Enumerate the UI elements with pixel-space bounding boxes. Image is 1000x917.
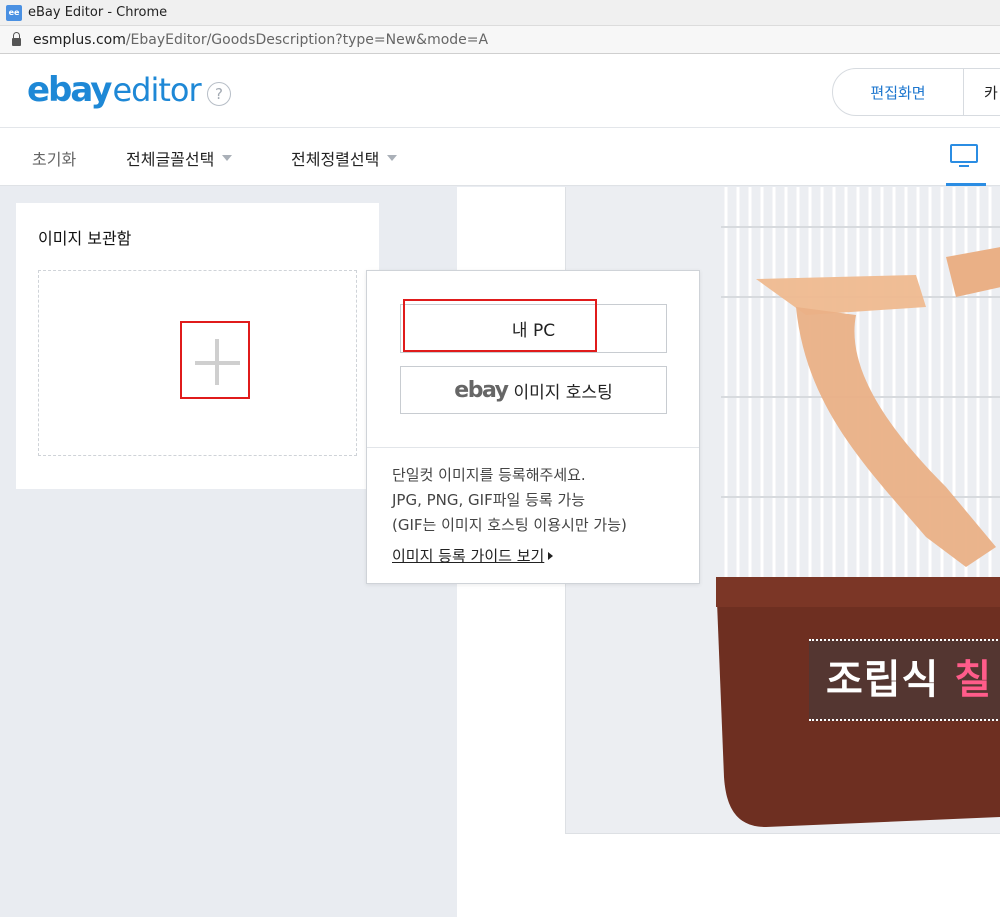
image-storage-card: 이미지 보관함 <box>16 203 379 489</box>
reset-button[interactable]: 초기화 <box>32 146 76 170</box>
window-title: eBay Editor - Chrome <box>28 5 168 20</box>
align-select[interactable]: 전체정렬선택 <box>291 146 398 170</box>
font-select[interactable]: 전체글꼴선택 <box>126 146 233 170</box>
window-titlebar: ee eBay Editor - Chrome <box>0 0 1000 26</box>
reset-label: 초기화 <box>32 150 77 169</box>
image-upload-popup: 내 PC ebay 이미지 호스팅 단일컷 이미지를 등록해주세요. JPG, … <box>366 270 700 584</box>
my-pc-label: 내 PC <box>511 321 556 341</box>
monitor-stand <box>959 165 969 167</box>
ebay-editor-icon: ee <box>6 4 22 21</box>
font-select-label: 전체글꼴선택 <box>126 150 215 169</box>
align-select-label: 전체정렬선택 <box>291 150 380 169</box>
app-header: ebay editor ? 편집화면 카 <box>0 54 1000 128</box>
image-dropzone[interactable] <box>38 270 357 456</box>
editor-toolbar: 초기화 전체글꼴선택 전체정렬선택 <box>0 128 1000 186</box>
ebay-logo: ebay <box>454 377 509 403</box>
category-button[interactable]: 카 <box>964 68 1000 116</box>
add-image-button[interactable] <box>180 321 250 399</box>
address-bar[interactable]: esmplus.com/EbayEditor/GoodsDescription?… <box>0 26 1000 54</box>
my-pc-button[interactable]: 내 PC <box>400 304 667 353</box>
upload-note-line3: (GIF는 이미지 호스팅 이용시만 가능) <box>392 516 627 534</box>
image-storage-title: 이미지 보관함 <box>38 229 132 248</box>
view-switch: 편집화면 카 <box>832 68 1000 116</box>
guide-link-label: 이미지 등록 가이드 보기 <box>392 547 545 565</box>
ebay-image-hosting-button[interactable]: ebay 이미지 호스팅 <box>400 366 667 414</box>
banner-pink-text: 칠 <box>954 657 993 703</box>
upload-note-line2: JPG, PNG, GIF파일 등록 가능 <box>392 491 586 509</box>
desktop-view-icon[interactable] <box>948 144 980 170</box>
banner-white-text: 조립식 <box>826 657 955 703</box>
arrow-right-icon <box>548 551 554 560</box>
app-window: ee eBay Editor - Chrome esmplus.com/Ebay… <box>0 0 1000 917</box>
url-path: /EbayEditor/GoodsDescription?type=New&mo… <box>125 31 489 48</box>
hosting-label: 이미지 호스팅 <box>513 382 613 403</box>
popup-divider <box>367 447 699 448</box>
url-host: esmplus.com <box>33 31 126 48</box>
chevron-down-icon <box>222 155 233 161</box>
logo-ebay: ebay <box>27 70 112 110</box>
edit-view-button[interactable]: 편집화면 <box>832 68 964 116</box>
product-banner-text: 조립식 칠 <box>826 647 992 705</box>
help-icon[interactable]: ? <box>207 82 231 106</box>
lock-icon <box>12 31 21 46</box>
monitor-screen <box>950 144 978 163</box>
logo-editor: editor <box>112 71 201 109</box>
ebay-editor-logo[interactable]: ebay editor <box>27 70 202 110</box>
plus-icon-vertical <box>215 339 219 385</box>
url-text[interactable]: esmplus.com/EbayEditor/GoodsDescription?… <box>33 32 488 48</box>
upload-note-line1: 단일컷 이미지를 등록해주세요. <box>392 466 586 484</box>
image-guide-link[interactable]: 이미지 등록 가이드 보기 <box>392 545 554 566</box>
chevron-down-icon <box>387 155 398 161</box>
active-view-indicator <box>946 183 986 186</box>
